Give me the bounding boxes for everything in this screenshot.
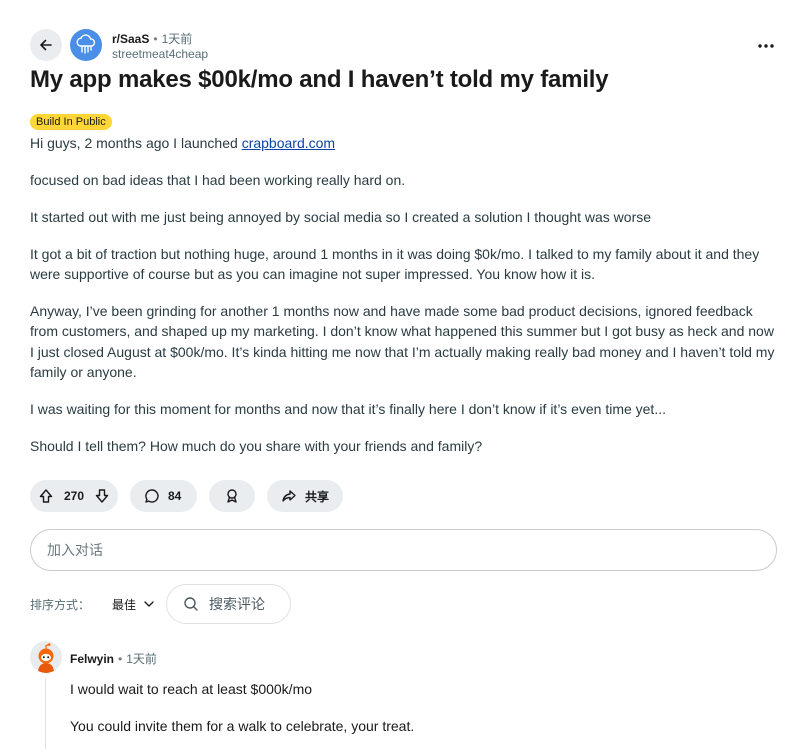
snoo-avatar-icon — [30, 641, 62, 673]
chevron-down-icon — [144, 601, 154, 607]
post-flair[interactable]: Build In Public — [30, 114, 112, 130]
comment-text: I would wait to reach at least $000k/mo — [70, 681, 313, 697]
sort-dropdown[interactable]: 最佳 — [112, 596, 154, 613]
comment-count: 84 — [168, 489, 182, 503]
comment-sort-row: 排序方式： 最佳 搜索评论 — [30, 584, 291, 624]
arrow-left-icon — [40, 39, 52, 51]
post-action-bar: 270 84 共享 — [30, 480, 343, 512]
comment-icon — [145, 489, 159, 503]
post-paragraph: It got a bit of traction but nothing hug… — [30, 246, 760, 283]
post-paragraph: It started out with me just being annoye… — [30, 209, 652, 225]
post-title: My app makes $00k/mo and I haven’t told … — [30, 66, 609, 93]
comment-text: You could invite them for a walk to cele… — [70, 718, 415, 734]
comment-input-placeholder: 加入对话 — [47, 542, 103, 558]
meta-separator: • — [118, 651, 123, 666]
post-author[interactable]: streetmeat4cheap — [112, 47, 208, 61]
post-intro: Hi guys, 2 months ago I launched crapboa… — [30, 133, 778, 153]
comment-input[interactable]: 加入对话 — [30, 529, 777, 571]
comment-meta: Felwyin • 1天前 — [70, 650, 157, 667]
downvote-icon[interactable] — [94, 488, 110, 504]
search-comments-button[interactable]: 搜索评论 — [166, 584, 291, 624]
upvote-icon[interactable] — [38, 488, 54, 504]
vote-count: 270 — [63, 489, 85, 503]
share-button[interactable]: 共享 — [267, 480, 343, 512]
sort-selected: 最佳 — [112, 597, 137, 612]
sort-label: 排序方式： — [30, 597, 91, 612]
search-icon — [184, 597, 198, 611]
post-intro-link[interactable]: crapboard.com — [242, 135, 335, 151]
cloud-logo-icon — [76, 34, 96, 54]
award-icon — [227, 489, 237, 503]
more-horizontal-icon — [758, 44, 774, 48]
subreddit-avatar[interactable] — [70, 29, 102, 61]
more-options-button[interactable] — [752, 36, 780, 56]
meta-separator: • — [153, 31, 158, 46]
comment-author[interactable]: Felwyin — [70, 652, 114, 666]
search-comments-label: 搜索评论 — [209, 596, 265, 612]
comments-button[interactable]: 84 — [130, 480, 197, 512]
post-paragraph: Should I tell them? How much do you shar… — [30, 438, 483, 454]
post-paragraph: Anyway, I’ve been grinding for another 1… — [30, 303, 775, 381]
award-button[interactable] — [209, 480, 255, 512]
back-button[interactable] — [30, 29, 62, 61]
vote-control: 270 — [30, 480, 118, 512]
subreddit-name[interactable]: r/SaaS — [112, 32, 149, 46]
share-icon — [282, 490, 296, 502]
post-meta: r/SaaS • 1天前 — [112, 30, 192, 47]
post-time: 1天前 — [161, 32, 193, 46]
comment-time: 1天前 — [126, 652, 157, 666]
post-intro-text: Hi guys, 2 months ago I launched — [30, 135, 238, 151]
comment-thread-line[interactable] — [45, 678, 46, 749]
share-label: 共享 — [305, 489, 330, 504]
commenter-avatar[interactable] — [30, 641, 62, 673]
post-paragraph: focused on bad ideas that I had been wor… — [30, 172, 406, 188]
post-paragraph: I was waiting for this moment for months… — [30, 401, 666, 417]
